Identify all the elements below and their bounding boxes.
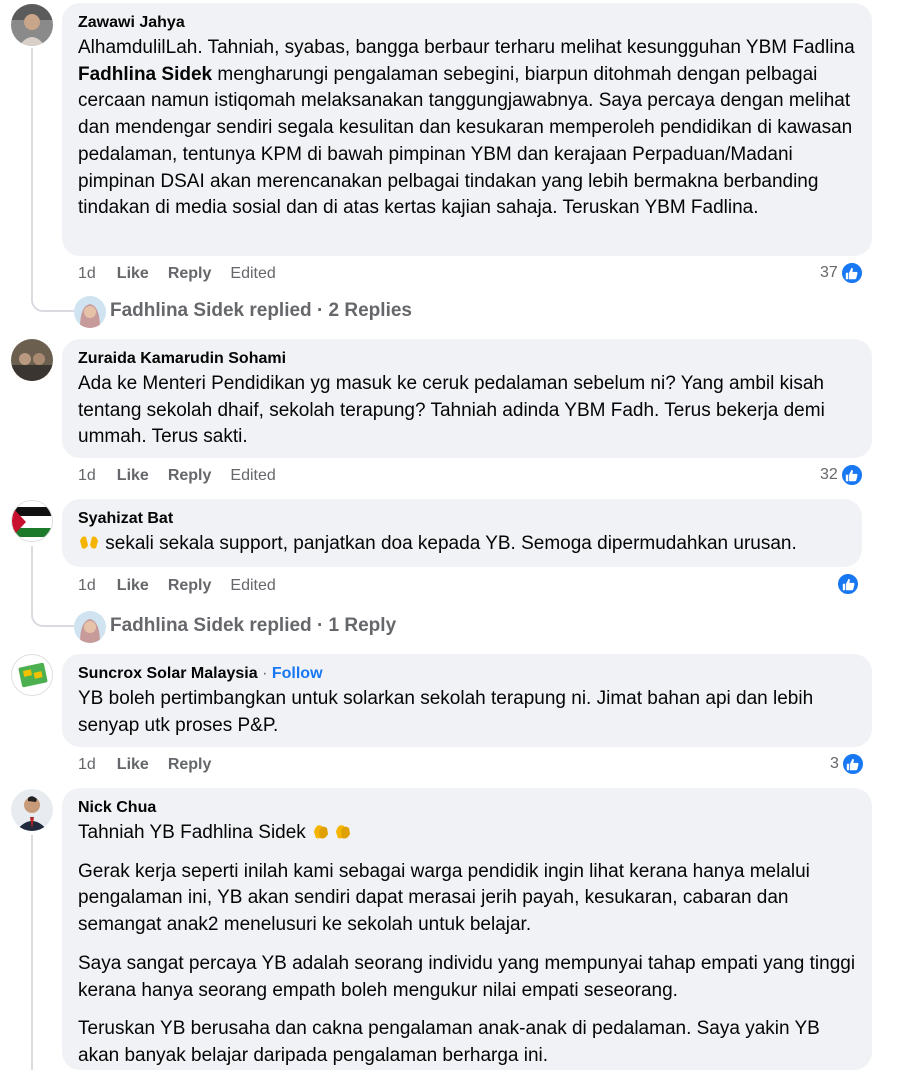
avatar-zawawi[interactable] [11, 4, 53, 46]
comment-author[interactable]: Nick Chua [78, 798, 856, 818]
comment-actions: 1d Like Reply Edited [78, 577, 295, 595]
thumbs-up-icon [839, 463, 864, 487]
thread-line [31, 48, 33, 296]
edited-label[interactable]: Edited [230, 577, 275, 595]
edited-label[interactable]: Edited [230, 467, 275, 485]
comment-text: Ada ke Menteri Pendidikan yg masuk ke ce… [78, 373, 825, 448]
view-replies-link[interactable]: Fadhlina Sidek replied · 1 Reply [110, 615, 396, 637]
reply-button[interactable]: Reply [168, 265, 212, 283]
comment-bubble: Zuraida Kamarudin Sohami Ada ke Menteri … [62, 339, 872, 458]
avatar-photo-icon [11, 789, 53, 831]
view-replies-link[interactable]: Fadhlina Sidek replied · 2 Replies [110, 300, 412, 322]
reply-button[interactable]: Reply [168, 756, 212, 774]
comment-time[interactable]: 1d [78, 467, 96, 485]
avatar-photo-icon [74, 611, 106, 643]
comment-actions: 1d Like Reply Edited [78, 467, 295, 485]
like-button[interactable]: Like [117, 756, 149, 774]
comment-bubble: Syahizat Bat sekali sekala support, panj… [62, 499, 862, 567]
comment-time[interactable]: 1d [78, 756, 96, 774]
comment-text: YB boleh pertimbangkan untuk solarkan se… [78, 688, 814, 736]
like-button[interactable]: Like [117, 265, 149, 283]
comment-bubble: Zawawi Jahya AlhamdulilLah. Tahniah, sya… [62, 3, 872, 256]
thread-curve [31, 609, 75, 627]
comment-author: Suncrox Solar Malaysia · Follow [78, 665, 323, 682]
clapping-hands-emoji [314, 825, 351, 839]
thread-line [31, 546, 33, 611]
comment-bubble: Nick Chua Tahniah YB Fadhlina Sidek Gera… [62, 788, 872, 1070]
reaction-count[interactable]: 3 [830, 752, 865, 776]
avatar-zuraida[interactable] [11, 339, 53, 381]
comment-time[interactable]: 1d [78, 577, 96, 595]
comment-actions: 1d Like Reply Edited [78, 265, 295, 283]
comment-text: sekali sekala support, panjatkan doa kep… [78, 531, 846, 558]
avatar-nick[interactable] [11, 789, 53, 831]
reply-button[interactable]: Reply [168, 577, 212, 595]
avatar-fadhlina[interactable] [74, 611, 106, 643]
reply-button[interactable]: Reply [168, 467, 212, 485]
avatar-photo-icon [11, 339, 53, 381]
comment-text: Tahniah YB Fadhlina Sidek Gerak kerja se… [78, 820, 856, 1070]
thread-curve [31, 294, 75, 312]
avatar-photo-icon [74, 296, 106, 328]
thumbs-up-icon [839, 261, 864, 285]
comment-paragraph: Teruskan YB berusaha dan cakna pengalama… [78, 1018, 820, 1066]
comment-bubble: Suncrox Solar Malaysia · Follow YB boleh… [62, 654, 872, 747]
like-button[interactable]: Like [117, 577, 149, 595]
comment-author[interactable]: Zawawi Jahya [78, 13, 856, 33]
avatar-syahizat[interactable] [11, 500, 53, 542]
edited-label[interactable]: Edited [230, 265, 275, 283]
open-hands-emoji [80, 536, 98, 549]
comment-author[interactable]: Syahizat Bat [78, 509, 846, 529]
thumbs-up-icon [836, 572, 860, 596]
solar-logo-icon [12, 655, 52, 695]
thread-line [31, 835, 33, 1070]
avatar-photo-icon [11, 4, 53, 46]
comment-actions: 1d Like Reply [78, 756, 230, 774]
like-button[interactable]: Like [117, 467, 149, 485]
comment-paragraph: Saya sangat percaya YB adalah seorang in… [78, 952, 856, 1001]
reaction-count[interactable] [834, 572, 860, 596]
thumbs-up-icon [840, 752, 865, 776]
comment-author[interactable]: Zuraida Kamarudin Sohami [78, 349, 856, 369]
comment-time[interactable]: 1d [78, 265, 96, 283]
reaction-count[interactable]: 37 [820, 261, 864, 285]
mention-link[interactable]: Fadhlina Sidek [78, 64, 212, 85]
avatar-fadhlina[interactable] [74, 296, 106, 328]
comment-text: AlhamdulilLah. Tahniah, syabas, bangga b… [78, 37, 855, 219]
follow-button[interactable]: Follow [272, 665, 323, 682]
avatar-suncrox[interactable] [11, 654, 53, 696]
comment-paragraph: Gerak kerja seperti inilah kami sebagai … [78, 860, 810, 936]
reaction-count[interactable]: 32 [820, 463, 864, 487]
avatar-flag-icon [12, 501, 52, 541]
